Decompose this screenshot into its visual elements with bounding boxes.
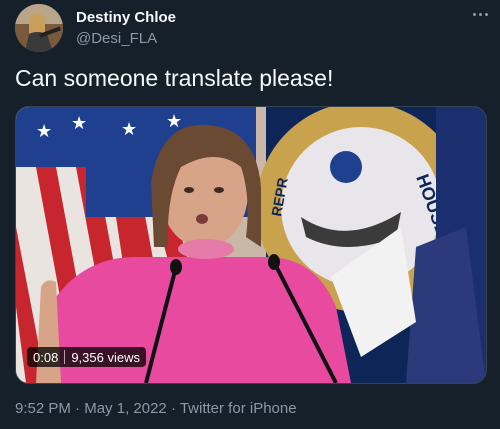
svg-text:★: ★ [166,111,182,131]
meta-separator: · [70,400,85,417]
video-views: 9,356 views [71,349,140,365]
svg-text:★: ★ [121,119,137,139]
video-player[interactable]: ★ ★ ★ ★ ★ ★ HOUSE REPR [15,106,487,384]
tweet-metadata: 9:52 PM · May 1, 2022 · Twitter for iPho… [15,400,297,417]
tweet-source[interactable]: Twitter for iPhone [180,400,297,417]
avatar-image [15,4,63,52]
video-stats-badge: 0:08 9,356 views [27,347,146,367]
video-duration: 0:08 [33,349,59,365]
video-frame: ★ ★ ★ ★ ★ ★ HOUSE REPR [16,107,486,383]
user-handle[interactable]: @Desi_FLA [76,30,157,47]
display-name[interactable]: Destiny Chloe [76,9,176,26]
badge-divider [64,350,66,364]
svg-text:★: ★ [36,121,52,141]
avatar[interactable] [15,4,63,52]
meta-separator: · [166,400,180,417]
tweet-date[interactable]: May 1, 2022 [84,400,167,417]
more-options-icon[interactable] [468,6,492,22]
svg-text:★: ★ [71,113,87,133]
tweet-time[interactable]: 9:52 PM [15,400,71,417]
tweet-text: Can someone translate please! [15,65,334,91]
